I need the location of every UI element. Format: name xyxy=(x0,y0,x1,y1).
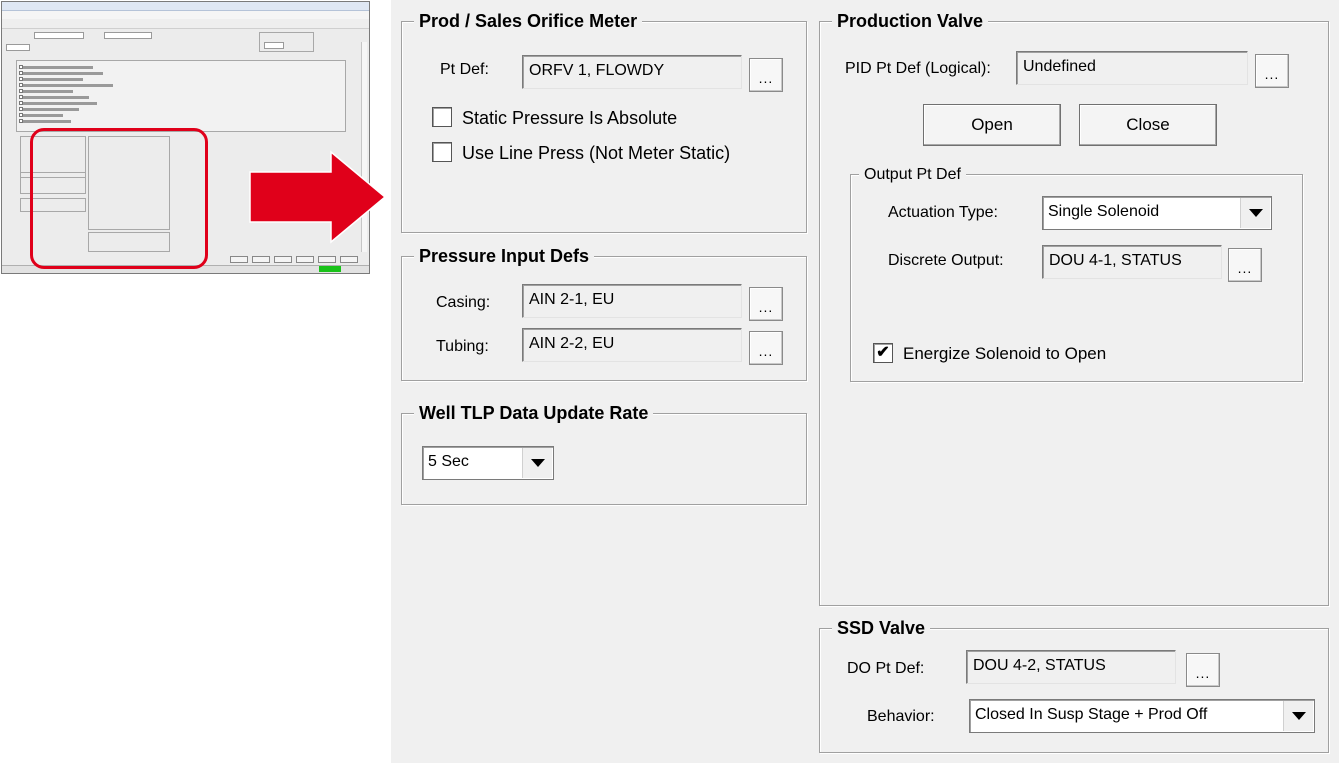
thumbnail-field xyxy=(104,32,152,39)
do-pt-def-browse-button[interactable]: ... xyxy=(1186,653,1220,687)
pt-def-browse-button[interactable]: ... xyxy=(749,58,783,92)
thumbnail-cycling-mode xyxy=(259,32,314,52)
thumbnail-text-line xyxy=(23,96,89,99)
thumbnail-menu-bar xyxy=(2,11,369,19)
output-pt-def-group: Output Pt Def Actuation Type: Single Sol… xyxy=(850,164,1303,382)
thumbnail-header-fields xyxy=(6,32,236,51)
dropdown-arrow-icon[interactable] xyxy=(1240,198,1270,228)
production-valve-group: Production Valve PID Pt Def (Logical): U… xyxy=(819,10,1329,606)
well-tlp-update-rate-group: Well TLP Data Update Rate 5 Sec xyxy=(401,402,807,505)
dropdown-value: Closed In Susp Stage + Prod Off xyxy=(975,706,1208,723)
group-title: Pressure Input Defs xyxy=(414,245,595,267)
use-line-press-checkbox[interactable]: Use Line Press (Not Meter Static) xyxy=(432,142,730,166)
casing-browse-button[interactable]: ... xyxy=(749,287,783,321)
zoom-arrow-icon xyxy=(249,150,387,244)
behavior-label: Behavior: xyxy=(867,708,935,725)
thumbnail-text-line xyxy=(23,108,79,111)
checkbox-box[interactable] xyxy=(432,142,452,163)
checkbox-label: Use Line Press (Not Meter Static) xyxy=(462,143,731,163)
actuation-type-label: Actuation Type: xyxy=(888,204,998,221)
thumbnail-button-row xyxy=(230,256,366,263)
pid-pt-def-field[interactable]: Undefined xyxy=(1016,51,1248,85)
thumbnail-well-options xyxy=(16,60,346,132)
update-rate-dropdown[interactable]: 5 Sec xyxy=(422,446,554,480)
dropdown-value: Single Solenoid xyxy=(1048,203,1160,220)
static-pressure-absolute-checkbox[interactable]: Static Pressure Is Absolute xyxy=(432,107,677,131)
do-pt-def-label: DO Pt Def: xyxy=(847,660,925,677)
tubing-field[interactable]: AIN 2-2, EU xyxy=(522,328,742,362)
actuation-type-dropdown[interactable]: Single Solenoid xyxy=(1042,196,1272,230)
thumbnail-text-line xyxy=(23,120,71,123)
thumbnail-button xyxy=(230,256,248,263)
thumbnail-button xyxy=(274,256,292,263)
thumbnail-button xyxy=(318,256,336,263)
group-title: Well TLP Data Update Rate xyxy=(414,402,654,424)
pid-pt-def-browse-button[interactable]: ... xyxy=(1255,54,1289,88)
thumbnail-text-line xyxy=(23,102,97,105)
dropdown-value: 5 Sec xyxy=(428,453,469,470)
checkbox-box[interactable] xyxy=(432,107,452,128)
dropdown-arrow-icon[interactable] xyxy=(522,448,552,478)
checkbox-label: Static Pressure Is Absolute xyxy=(462,108,678,128)
pressure-input-defs-group: Pressure Input Defs Casing: AIN 2-1, EU … xyxy=(401,245,807,381)
pt-def-field[interactable]: ORFV 1, FLOWDY xyxy=(522,55,742,89)
group-title: Prod / Sales Orifice Meter xyxy=(414,10,643,32)
checkbox-check-icon[interactable]: ✔ xyxy=(873,342,893,363)
thumbnail-button xyxy=(252,256,270,263)
thumbnail-button xyxy=(296,256,314,263)
thumbnail-toolbar xyxy=(2,19,369,29)
pid-pt-def-label: PID Pt Def (Logical): xyxy=(845,60,991,77)
dropdown-arrow-icon[interactable] xyxy=(1283,701,1313,731)
zoomed-settings-panel: Prod / Sales Orifice Meter Pt Def: ORFV … xyxy=(391,0,1339,763)
thumbnail-text-line xyxy=(23,66,93,69)
group-title: Production Valve xyxy=(832,10,989,32)
discrete-output-browse-button[interactable]: ... xyxy=(1228,248,1262,282)
thumbnail-text-line xyxy=(23,90,73,93)
behavior-dropdown[interactable]: Closed In Susp Stage + Prod Off xyxy=(969,699,1315,733)
casing-label: Casing: xyxy=(436,294,491,311)
casing-field[interactable]: AIN 2-1, EU xyxy=(522,284,742,318)
thumbnail-status-indicator xyxy=(319,266,341,272)
thumbnail-field xyxy=(6,44,30,51)
thumbnail-text-line xyxy=(23,114,63,117)
thumbnail-button xyxy=(340,256,358,263)
tubing-browse-button[interactable]: ... xyxy=(749,331,783,365)
tubing-label: Tubing: xyxy=(436,338,489,355)
do-pt-def-field[interactable]: DOU 4-2, STATUS xyxy=(966,650,1176,684)
checkbox-label: Energize Solenoid to Open xyxy=(903,344,1107,363)
discrete-output-field[interactable]: DOU 4-1, STATUS xyxy=(1042,245,1222,279)
thumbnail-text-line xyxy=(23,78,83,81)
thumbnail-field xyxy=(264,42,284,49)
ssd-valve-group: SSD Valve DO Pt Def: DOU 4-2, STATUS ...… xyxy=(819,617,1329,753)
highlight-circle xyxy=(30,128,208,269)
thumbnail-text-line xyxy=(23,84,113,87)
group-title: Output Pt Def xyxy=(859,164,966,186)
energize-solenoid-checkbox[interactable]: ✔ Energize Solenoid to Open xyxy=(873,342,1107,367)
thumbnail-field xyxy=(34,32,84,39)
thumbnail-title-bar xyxy=(2,2,369,11)
prod-sales-orifice-meter-group: Prod / Sales Orifice Meter Pt Def: ORFV … xyxy=(401,10,807,233)
open-button[interactable]: Open xyxy=(923,104,1061,146)
thumbnail-text-line xyxy=(23,72,103,75)
group-title: SSD Valve xyxy=(832,617,931,639)
pt-def-label: Pt Def: xyxy=(440,61,489,78)
close-button[interactable]: Close xyxy=(1079,104,1217,146)
discrete-output-label: Discrete Output: xyxy=(888,252,1004,269)
